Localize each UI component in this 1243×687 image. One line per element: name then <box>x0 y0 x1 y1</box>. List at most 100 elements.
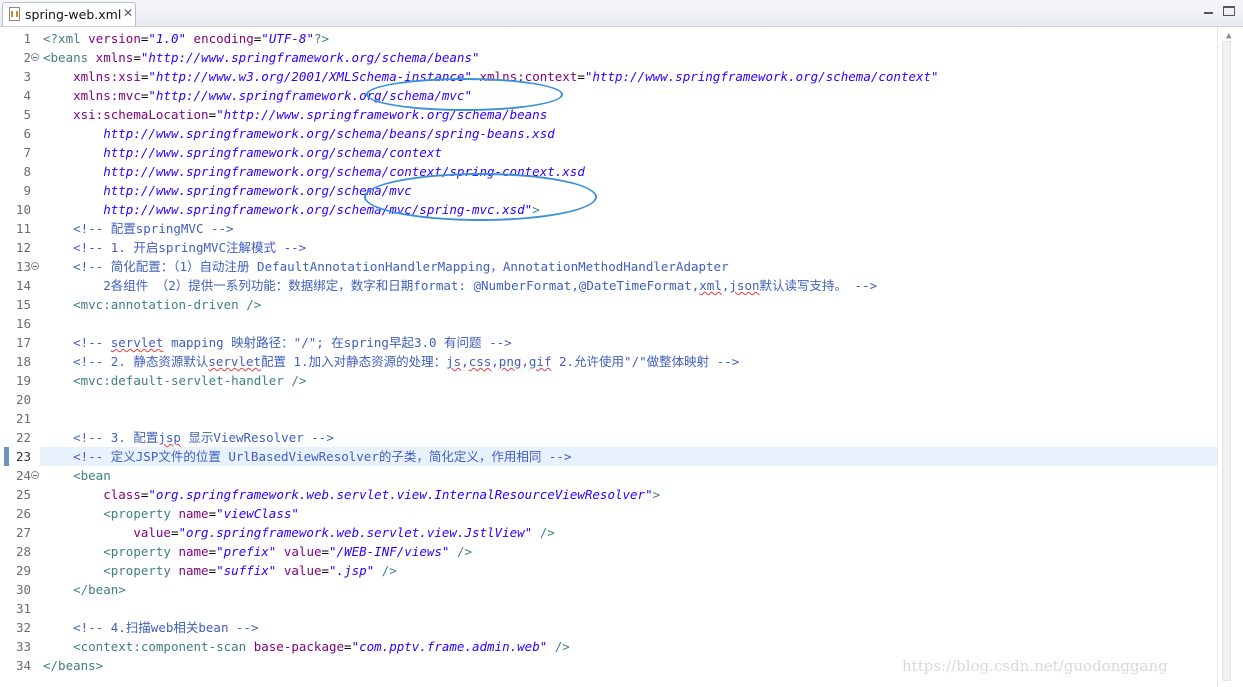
code-token: 2.允许使用"/"做整体映射 --> <box>551 354 740 369</box>
code-line[interactable]: <property name="suffix" value=".jsp" /> <box>43 561 397 580</box>
code-line[interactable]: http://www.springframework.org/schema/co… <box>43 143 442 162</box>
code-line[interactable]: <context:component-scan base-package="co… <box>43 637 570 656</box>
code-token: png <box>498 354 522 369</box>
file-tab[interactable]: spring-web.xml ✕ <box>2 2 136 26</box>
code-line[interactable]: </bean> <box>43 580 126 599</box>
code-token: version <box>80 31 141 46</box>
code-token: = <box>208 506 217 521</box>
line-number: 22 <box>15 430 31 445</box>
code-token: 默认读写支持。 --> <box>759 278 878 293</box>
code-line[interactable]: http://www.springframework.org/schema/be… <box>43 124 555 143</box>
code-token: "suffix" <box>216 563 277 578</box>
code-line[interactable]: <property name="viewClass" <box>43 504 299 523</box>
current-line-marker <box>4 447 9 466</box>
code-line[interactable]: </beans> <box>43 656 103 675</box>
code-line[interactable]: http://www.springframework.org/schema/mv… <box>43 181 412 200</box>
minimize-icon[interactable] <box>1203 6 1215 16</box>
line-number: 14 <box>15 278 31 293</box>
code-line[interactable]: <!-- 2. 静态资源默认servlet配置 1.加入对静态资源的处理：js,… <box>43 352 739 371</box>
code-token: value <box>276 544 322 559</box>
code-editor[interactable]: 1 2 3 4 5 6 7 8 9 10 11 12 13 14 15 16 17 18 19 20 21 22 23 24 2… <box>0 27 1243 687</box>
code-token: xsi:schemaLocation <box>73 107 209 122</box>
code-token: /> <box>532 525 555 540</box>
code-token: servlet <box>208 354 262 369</box>
code-line[interactable]: <beans xmlns="http://www.springframework… <box>43 48 480 67</box>
code-line[interactable]: <!-- 配置springMVC --> <box>43 219 234 238</box>
fold-toggle-icon[interactable] <box>31 471 39 479</box>
code-line[interactable]: <!-- 4.扫描web相关bean --> <box>43 618 259 637</box>
fold-toggle-icon[interactable] <box>31 262 39 270</box>
code-token: xmlns:xsi <box>73 69 141 84</box>
line-number: 12 <box>15 240 31 255</box>
code-token: <context:component-scan <box>73 639 247 654</box>
code-token: <!-- 配置springMVC --> <box>73 221 234 236</box>
code-token: "org.springframework.web.servlet.view.In… <box>148 487 653 502</box>
code-token: , <box>491 354 499 369</box>
line-number: 32 <box>15 620 31 635</box>
code-token: ?> <box>313 31 330 46</box>
code-token: 2各组件 （2）提供一系列功能：数据绑定，数字和日期format: @Numbe… <box>103 278 700 293</box>
code-line[interactable]: <mvc:annotation-driven /> <box>43 295 261 314</box>
code-line[interactable]: <property name="prefix" value="/WEB-INF/… <box>43 542 472 561</box>
vertical-scrollbar[interactable]: ▲ <box>1217 27 1243 687</box>
code-token: servlet <box>110 335 164 350</box>
code-token: "http://www.springframework.org/schema/b… <box>140 50 480 65</box>
line-number: 3 <box>23 69 31 84</box>
code-token: = <box>577 69 585 84</box>
code-token: http://www.springframework.org/schema/be… <box>103 126 555 141</box>
line-number: 20 <box>15 392 31 407</box>
code-token: ".jsp" <box>329 563 375 578</box>
code-line[interactable]: <?xml version="1.0" encoding="UTF-8"?> <box>43 29 329 48</box>
line-number: 31 <box>15 601 31 616</box>
maximize-icon[interactable] <box>1223 6 1235 16</box>
code-token: <bean <box>73 468 111 483</box>
code-token: jsp <box>158 430 181 445</box>
line-number-gutter: 1 2 3 4 5 6 7 8 9 10 11 12 13 14 15 16 17 18 19 20 21 22 23 24 2… <box>0 27 40 687</box>
code-token: <!-- 4.扫描web相关bean --> <box>73 620 259 635</box>
code-line[interactable]: <mvc:default-servlet-handler /> <box>43 371 306 390</box>
code-token: "viewClass" <box>216 506 299 521</box>
scrollbar-thumb[interactable] <box>1222 41 1231 681</box>
line-number: 16 <box>15 316 31 331</box>
code-token: class <box>103 487 141 502</box>
code-line[interactable]: <!-- 简化配置：（1）自动注册 DefaultAnnotationHandl… <box>43 257 729 276</box>
code-token: <!-- 1. 开启springMVC注解模式 --> <box>73 240 307 255</box>
scroll-up-icon[interactable]: ▲ <box>1226 31 1231 41</box>
code-token: = <box>321 544 330 559</box>
code-line[interactable]: <bean <box>43 466 111 485</box>
code-token: gif <box>528 354 552 369</box>
line-number: 2 <box>23 50 31 65</box>
code-line[interactable]: <!-- servlet mapping 映射路径："/"; 在spring早起… <box>43 333 512 352</box>
code-line[interactable]: <!-- 1. 开启springMVC注解模式 --> <box>43 238 306 257</box>
code-token: xmlns <box>88 50 134 65</box>
xml-file-icon <box>9 7 20 21</box>
code-token: /> <box>547 639 570 654</box>
fold-toggle-icon[interactable] <box>31 53 39 61</box>
code-line[interactable]: value="org.springframework.web.servlet.v… <box>43 523 555 542</box>
code-line[interactable]: <!-- 3. 配置jsp 显示ViewResolver --> <box>43 428 334 447</box>
code-token: <mvc:default-servlet-handler /> <box>73 373 307 388</box>
code-token: = <box>344 639 352 654</box>
code-token: json <box>729 278 760 293</box>
code-token: http://www.springframework.org/schema/co… <box>103 145 442 160</box>
code-line[interactable]: class="org.springframework.web.servlet.v… <box>43 485 660 504</box>
code-line[interactable]: <!-- 定义JSP文件的位置 UrlBasedViewResolver的子类，… <box>43 447 571 466</box>
close-tab-icon[interactable]: ✕ <box>123 6 133 20</box>
code-token: > <box>652 487 661 502</box>
code-line[interactable]: 2各组件 （2）提供一系列功能：数据绑定，数字和日期format: @Numbe… <box>43 276 877 295</box>
